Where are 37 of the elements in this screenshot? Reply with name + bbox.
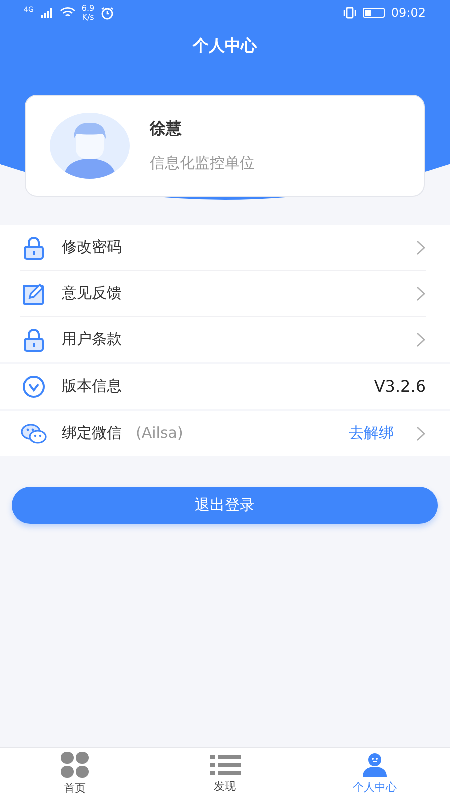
menu-label: 绑定微信 (62, 424, 122, 443)
menu-label: 用户条款 (62, 330, 122, 349)
wifi-icon (60, 7, 76, 19)
chevron-right-icon (416, 426, 426, 442)
page-title: 个人中心 (192, 36, 258, 57)
tab[interactable]: 发现 (150, 748, 300, 800)
network-speed: 6.9 (82, 4, 95, 13)
menu-item[interactable]: 意见反馈 (20, 270, 426, 316)
menu-item[interactable]: 修改密码 (20, 225, 426, 270)
tab[interactable]: 首页 (0, 748, 150, 800)
menu-label: 版本信息 (62, 377, 122, 396)
account-name: (Ailsa) (136, 424, 184, 443)
chevron-circle-icon (22, 374, 46, 398)
signal-icon (40, 8, 54, 18)
battery-icon (363, 8, 386, 18)
version-number: V3.2.6 (374, 377, 426, 396)
alarm-icon (100, 6, 114, 20)
chevron-right-icon (416, 286, 426, 302)
menu-label: 修改密码 (62, 238, 122, 257)
tab[interactable]: 个人中心 (300, 748, 450, 800)
menu-item[interactable]: 用户条款 (20, 316, 426, 362)
list-icon (210, 754, 240, 776)
clock-time: 09:02 (391, 6, 426, 20)
menu-label: 意见反馈 (62, 284, 122, 303)
speed-unit: K/s (82, 13, 94, 22)
vibrate-icon (343, 7, 358, 19)
chevron-right-icon (416, 332, 426, 348)
user-organization: 信息化监控单位 (150, 154, 255, 173)
home-icon (61, 752, 89, 778)
user-name: 徐慧 (150, 119, 183, 140)
chat-icon (21, 422, 47, 444)
chevron-right-icon (416, 240, 426, 256)
lock-icon (22, 236, 46, 260)
edit-icon (22, 282, 46, 306)
avatar-icon (50, 113, 130, 179)
person-icon (363, 753, 387, 777)
lock-icon (22, 328, 46, 352)
